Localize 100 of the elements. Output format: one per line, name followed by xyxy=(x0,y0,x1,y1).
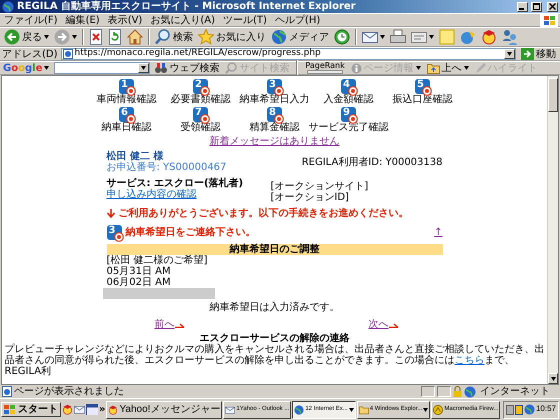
google-logo-button[interactable]: Google xyxy=(2,62,50,74)
mail-button[interactable] xyxy=(360,29,387,45)
menu-item[interactable]: 編集(E) xyxy=(66,14,100,26)
forward-button[interactable] xyxy=(52,28,79,46)
scrollbar-thumb[interactable] xyxy=(548,78,558,112)
address-url: https://monaco.regila.net/REGILA/escrow/progress.php xyxy=(74,49,321,59)
print-button[interactable] xyxy=(388,28,408,46)
globe-icon xyxy=(2,0,14,12)
step-number: 2 xyxy=(194,79,202,90)
step-number: 3 xyxy=(108,225,116,236)
emblem-icon xyxy=(481,29,497,45)
emblem-icon xyxy=(108,404,118,414)
caret-icon xyxy=(348,408,354,412)
step-number: 3 xyxy=(268,79,276,90)
stop-button[interactable] xyxy=(87,28,105,46)
step-link[interactable]: 6 納車日確認 xyxy=(90,107,164,133)
caret-icon xyxy=(464,66,469,70)
edit-button[interactable] xyxy=(409,29,436,45)
refresh-button[interactable] xyxy=(106,28,124,46)
status-text: ページが表示されました xyxy=(14,386,124,397)
menu-item[interactable]: ヘルプ(H) xyxy=(274,14,320,26)
section-heading: エスクローサービスの解除の連絡 xyxy=(200,333,350,344)
globe-icon xyxy=(464,386,476,398)
maximize-button[interactable] xyxy=(531,2,542,12)
address-field[interactable]: https://monaco.regila.net/REGILA/escrow/progress.php xyxy=(60,48,516,60)
mail-icon xyxy=(225,404,236,414)
history-button[interactable] xyxy=(332,28,352,46)
lock-icon xyxy=(453,386,462,397)
address-label: アドレス(D) xyxy=(2,48,58,60)
favorites-button[interactable]: お気に入り xyxy=(196,28,268,46)
menu-item[interactable]: ファイル(F) xyxy=(4,14,58,26)
caret-icon xyxy=(429,35,434,39)
clock-text: 10:57 xyxy=(536,405,556,414)
caret-icon xyxy=(72,35,77,39)
search-icon xyxy=(155,29,171,45)
folder-icon xyxy=(358,404,369,414)
close-icon xyxy=(549,3,556,10)
arrow-icon xyxy=(174,322,184,328)
window-icon xyxy=(86,404,98,415)
up-button[interactable]: 上へ xyxy=(426,62,470,74)
pagerank-meter xyxy=(307,70,344,74)
search-field[interactable] xyxy=(54,62,150,74)
go-button[interactable]: 移動 xyxy=(519,48,558,60)
next-link[interactable]: 次へ xyxy=(368,319,388,330)
caret-icon xyxy=(380,35,385,39)
more-button[interactable]: » xyxy=(99,404,106,415)
globe-icon xyxy=(294,404,304,414)
mail-icon xyxy=(74,404,85,415)
schedule-text: 05月31日 AM xyxy=(106,266,172,277)
taskbar-button[interactable]: Yahoo!メッセンジャー xyxy=(106,400,222,418)
star-icon xyxy=(198,29,214,45)
customer-name: 松田 健二 様 xyxy=(106,151,164,162)
dropdown-button[interactable] xyxy=(504,49,515,59)
document-icon xyxy=(411,30,427,44)
step-number: 1 xyxy=(120,79,128,90)
confirm-link[interactable]: 申し込み内容の確認 xyxy=(106,189,196,200)
previous-link[interactable]: 前へ xyxy=(154,319,174,330)
network-icon xyxy=(506,404,514,414)
menu-item[interactable]: お気に入り(A) xyxy=(150,14,215,26)
caret-icon xyxy=(507,52,512,56)
notice-text: ご利用ありがとうございます。以下の手続きをお進めください。 xyxy=(118,208,408,219)
step-link[interactable]: 4 入金額確認 xyxy=(312,79,386,105)
message-link[interactable]: 新着メッセージはありません xyxy=(210,136,340,147)
web-button[interactable]: ウェブ検索 xyxy=(154,62,220,74)
here-link[interactable]: こちら xyxy=(454,355,484,366)
step-number: 4 xyxy=(342,79,350,90)
mail-icon xyxy=(362,30,378,44)
user-id: REGILA利用者ID: Y00003138 xyxy=(302,157,442,168)
scrollbar[interactable] xyxy=(547,76,558,384)
emblem-icon xyxy=(433,404,444,414)
application-number: お申込番号: YS00000467 xyxy=(106,162,226,173)
menu-item[interactable]: 表示(V) xyxy=(108,14,142,26)
minimize-button[interactable] xyxy=(517,2,528,12)
binoculars-icon xyxy=(155,62,168,74)
start-button[interactable]: スタート xyxy=(1,402,61,417)
back-button[interactable]: 戻る xyxy=(2,28,51,46)
done-message: 納車希望日は入力済みです。 xyxy=(208,302,340,313)
bubble-icon xyxy=(460,29,476,45)
zone-text: インターネット xyxy=(480,386,550,397)
folder-icon xyxy=(426,62,440,74)
pagerank-button[interactable]: PageRank xyxy=(304,62,346,74)
search-icon xyxy=(225,62,238,74)
globe-icon xyxy=(524,404,535,415)
window-title: REGILA 自動車専用エスクローサイト - Microsoft Internet Explorer xyxy=(17,1,357,12)
dropdown-button[interactable] xyxy=(138,63,150,73)
globe-icon xyxy=(271,29,287,45)
caret-icon xyxy=(44,35,49,39)
caret-icon xyxy=(416,66,421,70)
caret-icon xyxy=(44,66,50,70)
scroll-down-button[interactable] xyxy=(548,373,558,384)
schedule-text: 06月02日 AM xyxy=(106,277,172,288)
step-number: 7 xyxy=(194,107,202,118)
top-link[interactable]: ↑ xyxy=(434,227,442,238)
home-button[interactable] xyxy=(125,28,145,46)
media-button[interactable]: メディア xyxy=(269,28,331,46)
close-button[interactable] xyxy=(547,2,558,12)
caret-icon xyxy=(141,66,146,70)
search-button[interactable]: 検索 xyxy=(153,28,195,46)
menu-item[interactable]: ツール(T) xyxy=(223,14,267,26)
down-arrow-icon xyxy=(106,209,114,218)
